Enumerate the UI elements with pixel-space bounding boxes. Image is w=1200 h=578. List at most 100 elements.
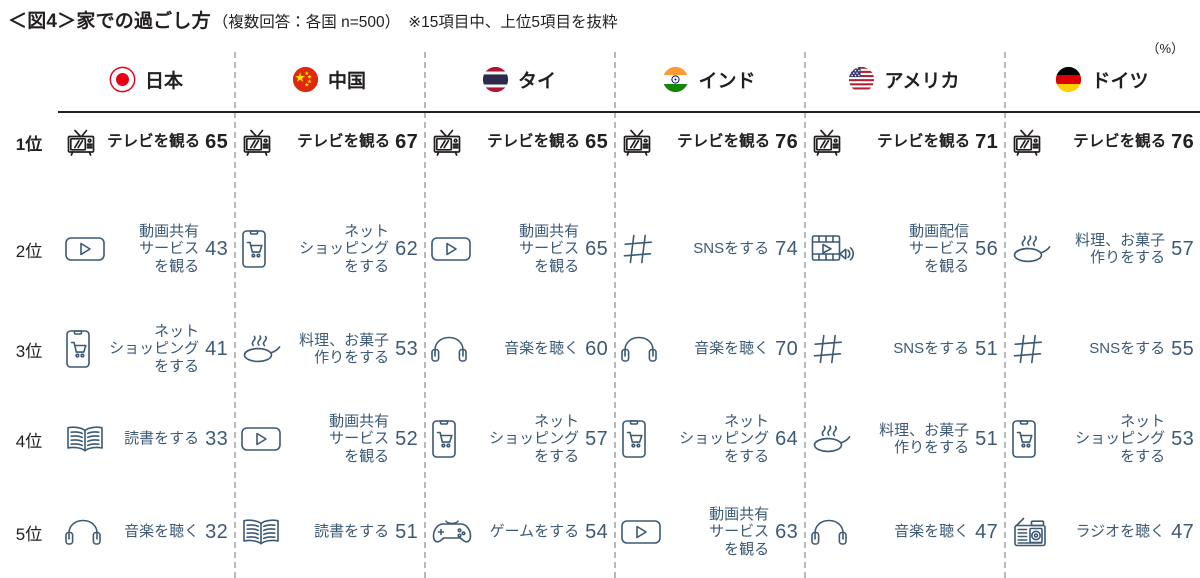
hashtag-icon bbox=[1010, 331, 1046, 367]
country-header-usa: アメリカ bbox=[804, 48, 1004, 110]
gamepad-icon bbox=[430, 517, 474, 547]
video-play-icon bbox=[430, 233, 472, 265]
country-name-label: インド bbox=[698, 70, 756, 92]
tv-icon bbox=[810, 125, 844, 159]
table-cell: テレビを観る 76 bbox=[614, 112, 804, 172]
country-name-label: タイ bbox=[517, 70, 556, 92]
page-subtitle: （複数回答：各国 n=500） bbox=[212, 14, 401, 31]
table-cell: テレビを観る 65 bbox=[58, 112, 234, 172]
online-shopping-icon bbox=[1010, 419, 1038, 459]
page-note: ※15項目中、上位5項目を抜粋 bbox=[408, 14, 618, 31]
activity-value: 53 bbox=[1171, 427, 1194, 450]
activity-label: 料理、お菓子 作りをする bbox=[299, 331, 390, 366]
hashtag-icon bbox=[810, 331, 846, 367]
flag-usa-icon bbox=[848, 66, 875, 93]
activity-value: 76 bbox=[1171, 130, 1194, 153]
activity-label: 動画共有 サービス を観る bbox=[329, 413, 390, 465]
online-shopping-icon bbox=[620, 419, 648, 459]
activity-label: テレビを観る bbox=[677, 133, 771, 151]
activity-value: 52 bbox=[395, 427, 418, 450]
tv-icon bbox=[64, 125, 98, 159]
table-cell: 動画共有 サービス を観る 65 bbox=[424, 203, 614, 295]
rank-row-3: 3位 ネット ショッピング をする 41 料理、お菓子 作りをする 53 音楽を… bbox=[0, 303, 1200, 395]
activity-label: SNSをする bbox=[1089, 340, 1166, 358]
table-cell: テレビを観る 71 bbox=[804, 112, 1004, 172]
table-cell: 動画共有 サービス を観る 43 bbox=[58, 203, 234, 295]
activity-value: 54 bbox=[585, 520, 608, 543]
activity-value: 71 bbox=[975, 130, 998, 153]
table-cell: SNSをする 74 bbox=[614, 203, 804, 295]
activity-label: 料理、お菓子 作りをする bbox=[879, 421, 970, 456]
activity-label: 音楽を聴く bbox=[124, 523, 200, 541]
activity-label: テレビを観る bbox=[107, 133, 201, 151]
table-cell: ゲームをする 54 bbox=[424, 486, 614, 578]
activity-value: 64 bbox=[775, 427, 798, 450]
table-cell: 読書をする 51 bbox=[234, 486, 424, 578]
activity-label: ネット ショッピング をする bbox=[109, 323, 200, 375]
rank-label-1: 1位 bbox=[15, 134, 43, 154]
online-shopping-icon bbox=[240, 229, 268, 269]
table-cell: 料理、お菓子 作りをする 57 bbox=[1004, 203, 1200, 295]
country-header-india: インド bbox=[614, 48, 804, 110]
online-shopping-icon bbox=[64, 329, 92, 369]
headphones-icon bbox=[810, 517, 848, 547]
activity-value: 74 bbox=[775, 237, 798, 260]
table-cell: ネット ショッピング をする 64 bbox=[614, 393, 804, 485]
table-cell: 料理、お菓子 作りをする 53 bbox=[234, 303, 424, 395]
rank-label-3: 3位 bbox=[15, 341, 43, 361]
tv-icon bbox=[430, 125, 464, 159]
activity-label: 動画共有 サービス を観る bbox=[709, 506, 770, 558]
activity-value: 51 bbox=[975, 337, 998, 360]
page-title: ＜図4＞家での過ごし方 bbox=[8, 11, 211, 32]
activity-label: ネット ショッピング をする bbox=[1075, 413, 1166, 465]
activity-value: 41 bbox=[205, 337, 228, 360]
table-cell: ネット ショッピング をする 62 bbox=[234, 203, 424, 295]
activity-value: 43 bbox=[205, 237, 228, 260]
activity-value: 60 bbox=[585, 337, 608, 360]
activity-value: 55 bbox=[1171, 337, 1194, 360]
activity-value: 65 bbox=[205, 130, 228, 153]
cooking-pan-icon bbox=[240, 332, 282, 366]
activity-value: 33 bbox=[205, 427, 228, 450]
table-cell: ネット ショッピング をする 41 bbox=[58, 303, 234, 395]
activity-value: 62 bbox=[395, 237, 418, 260]
rank-label-5: 5位 bbox=[15, 524, 43, 544]
rank-row-2: 2位 動画共有 サービス を観る 43 ネット ショッピング をする 62 動画… bbox=[0, 203, 1200, 295]
video-streaming-icon bbox=[810, 231, 854, 267]
activity-label: テレビを観る bbox=[297, 133, 391, 151]
activity-label: 読書をする bbox=[314, 523, 390, 541]
activity-label: 料理、お菓子 作りをする bbox=[1075, 231, 1166, 266]
radio-icon bbox=[1010, 514, 1050, 550]
activity-label: テレビを観る bbox=[487, 133, 581, 151]
online-shopping-icon bbox=[430, 419, 458, 459]
activity-label: ゲームをする bbox=[489, 523, 580, 541]
activity-label: 音楽を聴く bbox=[894, 523, 970, 541]
table-cell: ネット ショッピング をする 53 bbox=[1004, 393, 1200, 485]
activity-value: 65 bbox=[585, 237, 608, 260]
headphones-icon bbox=[620, 334, 658, 364]
activity-label: 読書をする bbox=[124, 430, 200, 448]
cooking-pan-icon bbox=[1010, 232, 1052, 266]
rank-label-4: 4位 bbox=[15, 431, 43, 451]
cooking-pan-icon bbox=[810, 422, 852, 456]
activity-value: 63 bbox=[775, 520, 798, 543]
table-cell: 音楽を聴く 32 bbox=[58, 486, 234, 578]
activity-value: 57 bbox=[585, 427, 608, 450]
rank-row-4: 4位 読書をする 33 動画共有 サービス を観る 52 ネット ショッピング … bbox=[0, 393, 1200, 485]
country-header-thailand: タイ bbox=[424, 48, 614, 110]
activity-label: 音楽を聴く bbox=[694, 340, 770, 358]
hashtag-icon bbox=[620, 231, 656, 267]
table-cell: SNSをする 51 bbox=[804, 303, 1004, 395]
rank-row-1: 1位 テレビを観る 65 テレビを観る 67 テレビを観る 65 テレビを観る … bbox=[0, 112, 1200, 172]
table-cell: 音楽を聴く 60 bbox=[424, 303, 614, 395]
table-cell: テレビを観る 65 bbox=[424, 112, 614, 172]
video-play-icon bbox=[620, 516, 662, 548]
table-cell: SNSをする 55 bbox=[1004, 303, 1200, 395]
tv-icon bbox=[240, 125, 274, 159]
rank-label-2: 2位 bbox=[15, 241, 43, 261]
country-header-germany: ドイツ bbox=[1004, 48, 1200, 110]
activity-label: テレビを観る bbox=[1073, 133, 1167, 151]
activity-label: ネット ショッピング をする bbox=[489, 413, 580, 465]
activity-label: SNSをする bbox=[693, 240, 770, 258]
activity-label: ラジオを聴く bbox=[1075, 523, 1166, 541]
